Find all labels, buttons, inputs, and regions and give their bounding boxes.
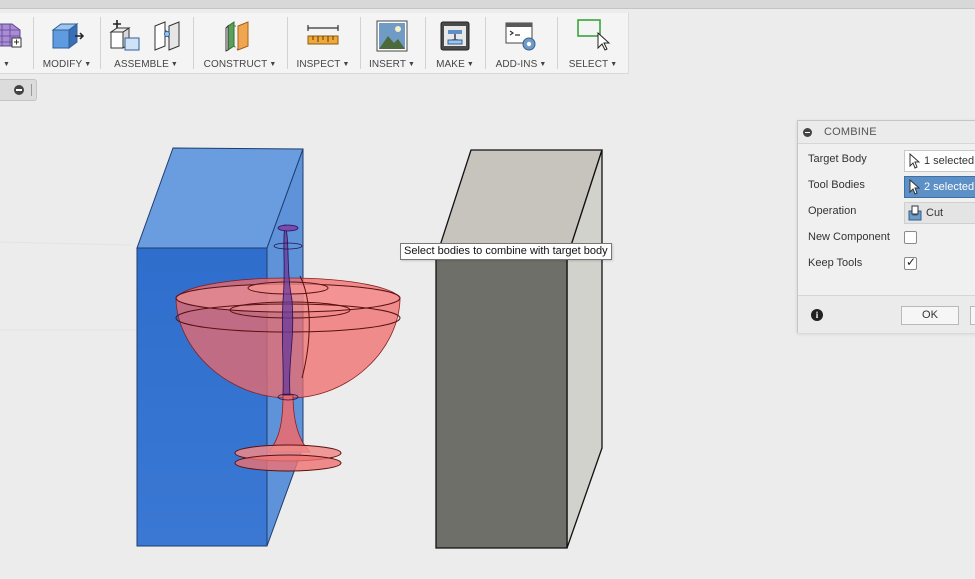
toolbar-group-make[interactable]: MAKE ▼ bbox=[428, 13, 482, 73]
browser-collapse-tab[interactable] bbox=[0, 79, 37, 101]
tab-divider bbox=[31, 84, 32, 96]
toolbar-group-modify[interactable]: MODIFY ▼ bbox=[36, 13, 98, 73]
toolbar-separator bbox=[33, 17, 34, 69]
dialog-title: COMBINE bbox=[824, 126, 877, 138]
tool-bodies-selector[interactable]: 2 selected bbox=[904, 176, 975, 198]
operation-row: Operation Cut bbox=[798, 200, 975, 224]
keep-tools-row: Keep Tools ✓ bbox=[798, 252, 975, 276]
insert-image-icon bbox=[376, 20, 408, 52]
offset-plane-icon bbox=[225, 21, 249, 52]
select-cursor-icon bbox=[909, 153, 920, 169]
toolbar-separator bbox=[360, 17, 361, 69]
toolbar-group-add-ins[interactable]: ADD-INS ▼ bbox=[488, 13, 554, 73]
selection-tooltip: Select bodies to combine with target bod… bbox=[400, 243, 612, 260]
toolbar-group-assemble[interactable]: ASSEMBLE ▼ bbox=[103, 13, 189, 73]
toolbar-separator bbox=[485, 17, 486, 69]
toolbar-group-select[interactable]: SELECT ▼ bbox=[560, 13, 626, 73]
caret-icon: ▼ bbox=[610, 61, 618, 68]
toolbar-label-construct: CONSTRUCT bbox=[203, 59, 268, 70]
dialog-footer: i OK bbox=[798, 295, 975, 333]
toolbar-group-inspect[interactable]: INSPECT ▼ bbox=[290, 13, 356, 73]
toolbar-group-construct[interactable]: CONSTRUCT ▼ bbox=[196, 13, 284, 73]
window-top-strip bbox=[0, 0, 975, 9]
toolbar-separator bbox=[100, 17, 101, 69]
caret-icon: ▼ bbox=[84, 61, 92, 68]
target-body-label: Target Body bbox=[808, 153, 867, 165]
toolbar-label-modify: MODIFY bbox=[42, 59, 83, 70]
caret-icon: ▼ bbox=[466, 61, 474, 68]
gray-body[interactable] bbox=[435, 149, 603, 549]
keep-tools-label: Keep Tools bbox=[808, 257, 863, 269]
collapse-dialog-icon[interactable] bbox=[803, 128, 812, 137]
collapse-icon bbox=[14, 85, 24, 95]
caret-icon: ▼ bbox=[342, 61, 350, 68]
toolbar-label-make: MAKE bbox=[436, 59, 465, 70]
new-component-row: New Component bbox=[798, 226, 975, 250]
red-base-bottom bbox=[234, 454, 342, 472]
joint-icon bbox=[154, 21, 180, 51]
new-component-icon bbox=[109, 20, 140, 51]
operation-dropdown[interactable]: Cut bbox=[904, 202, 975, 224]
ok-button[interactable]: OK bbox=[901, 306, 959, 325]
tool-bodies-label: Tool Bodies bbox=[808, 179, 865, 191]
combine-dialog: COMBINE Target Body 1 selected Tool Bodi… bbox=[797, 120, 975, 333]
caret-icon: ▼ bbox=[170, 61, 178, 68]
gray-body-front-face bbox=[435, 257, 568, 549]
toolbar-group-insert[interactable]: INSERT ▼ bbox=[363, 13, 421, 73]
cancel-button[interactable] bbox=[970, 306, 975, 325]
toolbar: ▼ MODIFY ▼ ASSEMBLE ▼ CONSTRUCT ▼ INSPEC… bbox=[0, 13, 629, 74]
caret-icon: ▼ bbox=[3, 61, 11, 68]
target-body-selector[interactable]: 1 selected bbox=[904, 150, 975, 172]
new-component-checkbox[interactable] bbox=[904, 231, 917, 244]
new-component-label: New Component bbox=[808, 231, 890, 243]
toolbar-label-insert: INSERT bbox=[368, 59, 407, 70]
tool-bodies-row: Tool Bodies 2 selected bbox=[798, 174, 975, 198]
operation-value: Cut bbox=[926, 207, 944, 219]
target-body-row: Target Body 1 selected bbox=[798, 148, 975, 172]
keep-tools-checkbox[interactable]: ✓ bbox=[904, 255, 917, 270]
dialog-header[interactable]: COMBINE bbox=[798, 121, 975, 144]
toolbar-separator bbox=[287, 17, 288, 69]
red-spindle-cap bbox=[277, 224, 299, 232]
cut-operation-icon bbox=[908, 205, 922, 221]
tool-bodies-value: 2 selected bbox=[924, 181, 975, 193]
toolbar-separator bbox=[557, 17, 558, 69]
select-cursor-icon bbox=[909, 179, 920, 195]
info-icon[interactable]: i bbox=[811, 309, 823, 321]
toolbar-label-assemble: ASSEMBLE bbox=[114, 59, 169, 70]
toolbar-group-create[interactable]: ▼ bbox=[0, 13, 30, 73]
caret-icon: ▼ bbox=[408, 61, 416, 68]
create-form-icon bbox=[0, 23, 22, 48]
3d-print-icon bbox=[440, 21, 470, 51]
operation-label: Operation bbox=[808, 205, 857, 217]
ground-grid bbox=[0, 241, 140, 331]
toolbar-label-add-ins: ADD-INS bbox=[495, 59, 538, 70]
scripts-addins-icon bbox=[505, 22, 536, 51]
caret-icon: ▼ bbox=[269, 61, 277, 68]
checkmark-icon: ✓ bbox=[906, 255, 917, 269]
select-window-icon bbox=[577, 19, 611, 51]
toolbar-label-select: SELECT bbox=[568, 59, 609, 70]
press-pull-icon bbox=[51, 23, 85, 49]
caret-icon: ▼ bbox=[539, 61, 547, 68]
target-body-value: 1 selected bbox=[924, 155, 975, 167]
measure-icon bbox=[307, 25, 339, 45]
toolbar-separator bbox=[193, 17, 194, 69]
toolbar-label-inspect: INSPECT bbox=[296, 59, 341, 70]
toolbar-separator bbox=[425, 17, 426, 69]
